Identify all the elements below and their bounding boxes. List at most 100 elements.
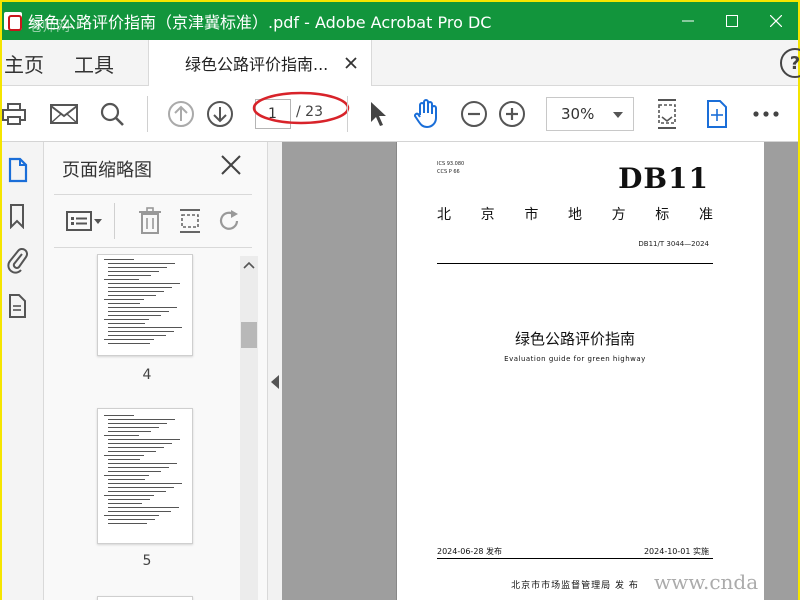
search-button[interactable] [96, 98, 128, 130]
zoom-level-select[interactable]: 30% [546, 97, 634, 131]
thumbnail-options-button[interactable] [64, 205, 104, 237]
acrobat-app-icon [4, 12, 22, 31]
select-tool-button[interactable] [361, 98, 393, 130]
thumbnail-text-line [108, 479, 145, 480]
document-viewer[interactable]: ICS 93.080 CCS P 66 DB11 北 京 市 地 方 标 准 DB11/T … [282, 142, 798, 600]
watermark-bottom-right: www.cnda [654, 570, 759, 594]
bureau-char: 方 [611, 207, 626, 223]
close-icon [221, 155, 241, 175]
thumbnail-text-line [108, 323, 145, 324]
minimize-icon [682, 20, 694, 22]
thumbnail-text-line [108, 439, 180, 440]
thumbnail-text-line [108, 491, 166, 492]
previous-page-button[interactable] [165, 98, 197, 130]
thumbnail-text-line [108, 275, 151, 276]
extract-pages-button[interactable] [176, 205, 204, 237]
thumbnail-text-line [104, 339, 154, 340]
implement-date: 2024-10-01 实施 [643, 547, 709, 556]
document-tab-label: 绿色公路评价指南... [185, 55, 329, 74]
window-title: 绿色公路评价指南（京津冀标准）.pdf - Adobe Acrobat Pro … [28, 13, 492, 32]
fit-page-icon [658, 99, 676, 129]
delete-pages-button[interactable] [136, 205, 164, 237]
thumbnail-text-line [108, 507, 179, 508]
rotate-icon [219, 210, 239, 230]
hand-tool-button[interactable] [410, 98, 442, 130]
thumbnail-text-line [108, 499, 150, 500]
layers-rail-button[interactable] [2, 290, 32, 322]
document-subtitle: Evaluation guide for green highway [504, 355, 646, 363]
thumbnail-page-number: 5 [142, 553, 152, 569]
window-controls [666, 2, 798, 40]
thumbnail-text-line [104, 415, 134, 416]
thumbnail-text-line [108, 343, 150, 344]
toolbar-separator [147, 96, 148, 132]
scroll-up-button[interactable] [240, 256, 258, 274]
print-button[interactable] [0, 98, 30, 130]
standard-code: DB11 [618, 162, 709, 195]
fit-page-button[interactable] [651, 98, 683, 130]
bookmark-icon [10, 204, 24, 229]
panel-divider[interactable] [268, 142, 282, 600]
email-button[interactable] [48, 98, 80, 130]
close-window-button[interactable] [754, 2, 798, 40]
tab-document[interactable]: 绿色公路评价指南... [148, 40, 372, 86]
thumbnail-text-line [108, 443, 172, 444]
thumbnail-page-5[interactable] [97, 408, 193, 544]
thumbnail-text-line [108, 519, 155, 520]
tab-home[interactable]: 主页 [4, 40, 44, 86]
zoom-in-button[interactable] [496, 98, 528, 130]
close-panel-button[interactable] [220, 154, 242, 180]
rotate-view-button[interactable] [701, 98, 733, 130]
thumbnail-page-4[interactable] [97, 254, 193, 356]
bureau-heading: 北京市地方标准 [437, 204, 713, 224]
zoom-out-button[interactable] [458, 98, 490, 130]
thumbnail-text-line [108, 263, 175, 264]
page-number-input[interactable] [255, 99, 291, 129]
page-thumbnails-rail-button[interactable] [2, 154, 32, 186]
thumbnail-text-line [104, 475, 149, 476]
navigation-rail [2, 142, 44, 600]
close-tab-button[interactable] [345, 54, 357, 73]
tab-bar: 主页 工具 绿色公路评价指南... ? [2, 40, 800, 86]
thumbnail-text-line [108, 327, 182, 328]
panel-title: 页面缩略图 [62, 160, 152, 181]
more-tools-button[interactable] [750, 98, 782, 130]
thumbnail-text-line [108, 307, 177, 308]
thumbnail-tools [54, 194, 252, 248]
bookmarks-rail-button[interactable] [2, 200, 32, 232]
minimize-button[interactable] [666, 2, 710, 40]
bureau-char: 准 [698, 207, 713, 223]
rotate-pages-button[interactable] [216, 205, 244, 237]
collapse-left-icon [271, 375, 279, 389]
attachments-rail-button[interactable] [2, 244, 32, 276]
bureau-char: 地 [567, 207, 582, 223]
trash-icon [139, 207, 161, 234]
close-icon [345, 57, 357, 69]
thumbnail-text-line [108, 419, 175, 420]
thumbnail-text-line [104, 279, 139, 280]
thumbnail-page-6[interactable] [97, 596, 193, 600]
page-thumbnails-icon [8, 157, 28, 183]
document-title: 绿色公路评价指南 [514, 330, 635, 348]
paperclip-icon [7, 248, 28, 274]
more-icon [753, 111, 779, 117]
tab-tools[interactable]: 工具 [74, 40, 114, 86]
watermark-top-left: 老师网 [28, 19, 70, 35]
thumbnail-text-line [108, 511, 171, 512]
maximize-button[interactable] [710, 2, 754, 40]
bureau-char: 京 [480, 207, 495, 223]
ccs-line: CCS P 66 [437, 169, 460, 175]
thumbnail-text-line [108, 471, 161, 472]
next-page-button[interactable] [204, 98, 236, 130]
thumbnail-scrollbar[interactable] [240, 256, 258, 600]
ics-line: ICS 93.080 [437, 161, 465, 167]
thumbnail-text-line [104, 435, 139, 436]
chevron-up-icon [243, 261, 255, 269]
thumbnail-text-line [108, 267, 167, 268]
thumbnail-text-line [108, 295, 156, 296]
thumbnail-text-line [108, 331, 174, 332]
thumbnail-text-line [108, 503, 142, 504]
scroll-thumb[interactable] [241, 322, 257, 348]
envelope-icon [50, 104, 78, 124]
help-button[interactable]: ? [780, 48, 800, 78]
